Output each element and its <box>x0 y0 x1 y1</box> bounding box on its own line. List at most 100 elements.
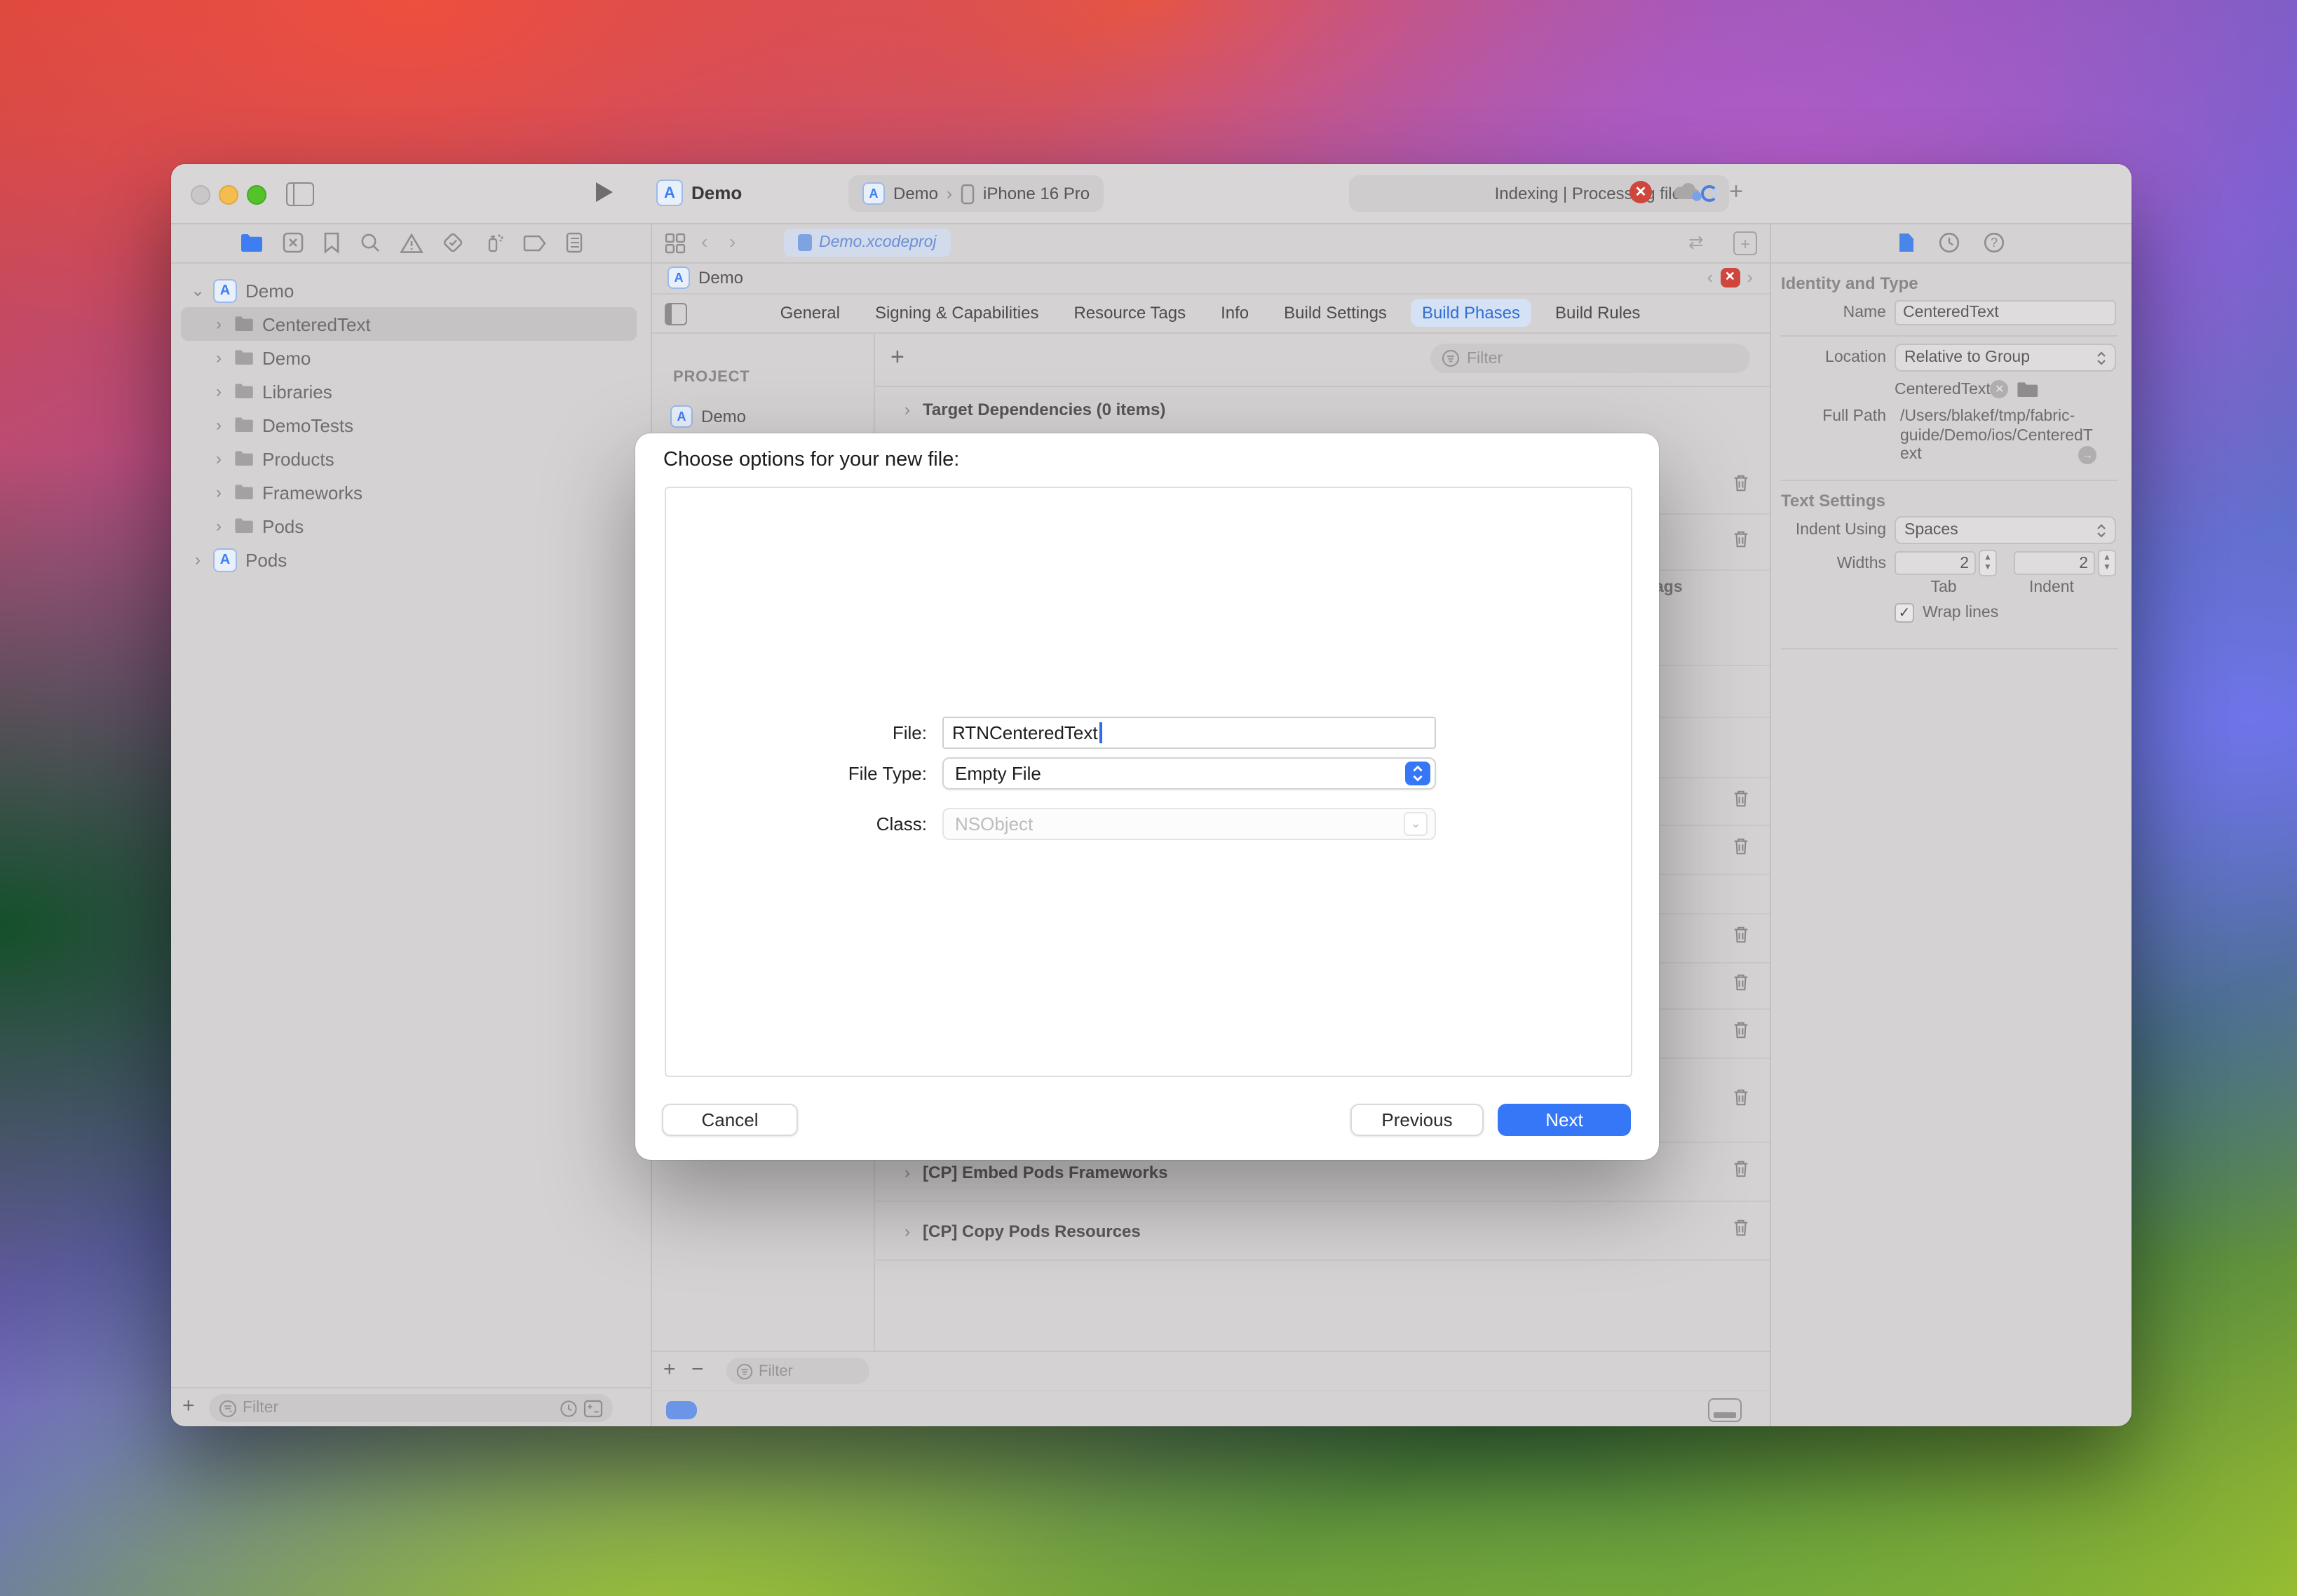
minimize-window-button[interactable] <box>219 185 238 205</box>
tab-build-settings[interactable]: Build Settings <box>1273 299 1398 327</box>
trash-icon[interactable] <box>1732 472 1750 500</box>
cancel-button[interactable]: Cancel <box>662 1104 798 1136</box>
run-button[interactable] <box>596 182 613 202</box>
phase-row-copy-pods[interactable]: ›[CP] Copy Pods Resources <box>874 1202 1770 1261</box>
error-badge-icon[interactable]: ✕ <box>1629 181 1652 203</box>
cloud-icon[interactable] <box>1672 181 1702 202</box>
panel-toggle-icon[interactable] <box>665 303 687 325</box>
chevron-right-icon[interactable]: › <box>212 314 226 334</box>
project-item-demo[interactable]: A Demo <box>670 405 746 428</box>
error-count-badge[interactable]: ✕ <box>1720 267 1740 287</box>
chevron-right-icon[interactable]: › <box>212 449 226 468</box>
tab-general[interactable]: General <box>769 299 851 327</box>
trash-icon[interactable] <box>1732 1217 1750 1245</box>
close-window-button[interactable] <box>191 185 210 205</box>
add-target-button[interactable]: + <box>663 1358 676 1381</box>
tree-item-pods-group[interactable]: › Pods <box>171 509 651 543</box>
history-inspector-icon[interactable] <box>1937 231 1960 254</box>
forward-chevron-icon[interactable]: › <box>729 230 736 252</box>
tree-item-demo-project[interactable]: ⌄ A Demo <box>171 273 651 307</box>
tab-build-phases[interactable]: Build Phases <box>1411 299 1531 327</box>
open-path-arrow-icon[interactable]: → <box>2078 446 2096 464</box>
sidebar-toggle-icon[interactable] <box>286 182 314 206</box>
chevron-right-icon[interactable]: › <box>212 482 226 502</box>
chevron-right-icon[interactable]: › <box>191 550 205 569</box>
project-navigator-icon[interactable] <box>239 232 263 253</box>
wrap-lines-checkbox[interactable]: ✓ <box>1895 603 1914 623</box>
trash-icon[interactable] <box>1732 1086 1750 1114</box>
editor-tab[interactable]: Demo.xcodeproj <box>784 229 950 257</box>
find-navigator-icon[interactable] <box>358 231 381 254</box>
chevron-down-icon[interactable]: ⌄ <box>191 280 205 300</box>
chevron-right-icon[interactable]: › <box>212 381 226 401</box>
chevron-right-icon[interactable]: › <box>212 415 226 435</box>
trash-icon[interactable] <box>1732 972 1750 1000</box>
tree-item-products[interactable]: › Products <box>171 442 651 475</box>
tree-item-frameworks[interactable]: › Frameworks <box>171 475 651 509</box>
chevron-right-icon[interactable]: › <box>904 1162 910 1182</box>
tab-width-field[interactable]: 2 <box>1895 551 1976 575</box>
report-navigator-icon[interactable] <box>564 231 583 254</box>
test-navigator-icon[interactable] <box>441 231 463 254</box>
trash-icon[interactable] <box>1732 836 1750 864</box>
issue-navigator-icon[interactable] <box>399 232 423 253</box>
tab-info[interactable]: Info <box>1210 299 1260 327</box>
add-file-button[interactable]: + <box>182 1394 195 1418</box>
clear-location-icon[interactable]: ✕ <box>1991 380 2009 398</box>
debug-navigator-icon[interactable] <box>482 231 504 254</box>
tree-item-demo-group[interactable]: › Demo <box>171 341 651 374</box>
trash-icon[interactable] <box>1732 1020 1750 1048</box>
add-phase-button[interactable]: + <box>890 344 904 372</box>
bookmark-navigator-icon[interactable] <box>322 231 340 254</box>
file-inspector-icon[interactable] <box>1897 231 1915 254</box>
target-dependencies-row[interactable]: › Target Dependencies (0 items) <box>904 400 1165 419</box>
add-button[interactable]: + <box>1725 181 1747 203</box>
issues-forward-chevron-icon[interactable]: › <box>1747 266 1753 288</box>
tree-item-centeredtext[interactable]: › CenteredText <box>171 307 651 341</box>
tree-item-libraries[interactable]: › Libraries <box>171 374 651 408</box>
previous-button[interactable]: Previous <box>1350 1104 1484 1136</box>
indent-using-popup[interactable]: Spaces <box>1895 516 2116 544</box>
tab-build-rules[interactable]: Build Rules <box>1544 299 1651 327</box>
back-chevron-icon[interactable]: ‹ <box>701 230 707 252</box>
location-popup[interactable]: Relative to Group <box>1895 344 2116 372</box>
trash-icon[interactable] <box>1732 787 1750 816</box>
zoom-window-button[interactable] <box>247 185 266 205</box>
phases-filter-field[interactable]: Filter <box>1430 344 1750 373</box>
name-field[interactable]: CenteredText <box>1895 300 2116 325</box>
trash-icon[interactable] <box>1732 924 1750 952</box>
class-popup[interactable]: NSObject ⌄ <box>942 808 1436 840</box>
help-inspector-icon[interactable]: ? <box>1982 231 2005 254</box>
tag-indicator-icon[interactable] <box>666 1401 697 1419</box>
remove-target-button[interactable]: − <box>691 1358 704 1381</box>
chevron-right-icon[interactable]: › <box>904 1221 910 1240</box>
breakpoint-navigator-icon[interactable] <box>522 234 546 252</box>
clock-icon[interactable] <box>560 1399 578 1417</box>
editor-grid-icon[interactable] <box>665 233 686 254</box>
chevron-right-icon[interactable]: › <box>904 400 910 419</box>
tab-resource-tags[interactable]: Resource Tags <box>1062 299 1197 327</box>
navigator-filter-field[interactable]: Filter <box>209 1394 613 1422</box>
breadcrumb[interactable]: A Demo <box>668 266 743 289</box>
chevron-right-icon[interactable]: › <box>212 348 226 367</box>
changes-navigator-icon[interactable] <box>281 231 304 254</box>
tab-width-stepper[interactable]: ▲▼ <box>1979 550 1997 576</box>
file-type-popup[interactable]: Empty File <box>942 757 1436 790</box>
tab-signing-capabilities[interactable]: Signing & Capabilities <box>864 299 1050 327</box>
plus-minus-box-icon[interactable] <box>583 1399 603 1417</box>
next-button[interactable]: Next <box>1498 1104 1631 1136</box>
swap-arrows-icon[interactable]: ⇄ <box>1688 231 1704 254</box>
target-filter-field[interactable]: Filter <box>726 1358 869 1384</box>
add-editor-icon[interactable]: + <box>1733 231 1757 255</box>
scheme-selector[interactable]: A Demo › iPhone 16 Pro <box>848 175 1104 212</box>
indent-width-field[interactable]: 2 <box>2014 551 2095 575</box>
issues-back-chevron-icon[interactable]: ‹ <box>1707 266 1714 288</box>
device-bezel-icon[interactable] <box>1708 1398 1742 1422</box>
file-name-input[interactable]: RTNCenteredText <box>942 717 1436 749</box>
choose-folder-icon[interactable] <box>2017 381 2040 398</box>
chevron-right-icon[interactable]: › <box>212 516 226 536</box>
trash-icon[interactable] <box>1732 1158 1750 1186</box>
tree-item-demotests[interactable]: › DemoTests <box>171 408 651 442</box>
trash-icon[interactable] <box>1732 528 1750 556</box>
tree-item-pods-project[interactable]: › A Pods <box>171 543 651 576</box>
